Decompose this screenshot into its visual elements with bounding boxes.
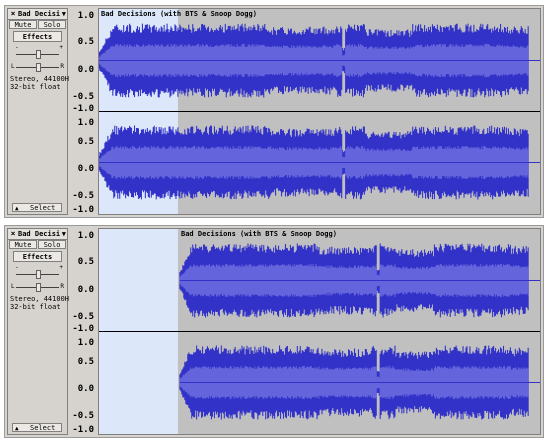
waveform-canvas[interactable] (99, 9, 540, 214)
pan-left-label: L (11, 283, 15, 290)
audio-track-bottom: × Bad Decisi ▼ Mute Solo Effects - + L R… (4, 225, 544, 438)
track-title-bar[interactable]: × Bad Decisi ▼ (8, 229, 67, 240)
ruler-tick: 0.0 (77, 164, 94, 174)
ruler-tick: -0.5 (72, 312, 94, 322)
mute-button[interactable]: Mute (9, 240, 37, 249)
ruler-tick: 0.5 (77, 137, 94, 147)
gain-plus-label: + (59, 264, 63, 271)
solo-button[interactable]: Solo (38, 20, 66, 29)
ruler-tick: 0.0 (77, 65, 94, 75)
ruler-tick: 0.0 (77, 384, 94, 394)
chevron-down-icon[interactable]: ▼ (62, 229, 66, 239)
close-icon[interactable]: × (9, 10, 17, 18)
solo-button[interactable]: Solo (38, 240, 66, 249)
ruler-tick: 1.0 (77, 231, 94, 241)
amplitude-ruler: 1.0 0.5 0.0 -0.5 -1.0 1.0 0.5 0.0 -0.5 -… (69, 8, 97, 215)
track-format-info: Stereo, 44100Hz 32-bit float (10, 75, 73, 91)
pan-slider-thumb[interactable] (35, 63, 41, 72)
ruler-tick: -1.0 (72, 425, 94, 435)
chevron-down-icon[interactable]: ▼ (62, 9, 66, 19)
ruler-tick: -0.5 (72, 92, 94, 102)
waveform-canvas[interactable] (99, 229, 540, 434)
pan-left-label: L (11, 63, 15, 70)
ruler-tick: -0.5 (72, 411, 94, 421)
amplitude-ruler: 1.0 0.5 0.0 -0.5 -1.0 1.0 0.5 0.0 -0.5 -… (69, 228, 97, 435)
format-depth: 32-bit float (10, 303, 61, 311)
ruler-tick: -0.5 (72, 191, 94, 201)
gain-minus-label: - (15, 44, 19, 51)
clip-title[interactable]: Bad Decisions (with BTS & Snoop Dogg) (101, 10, 257, 19)
track-title-bar[interactable]: × Bad Decisi ▼ (8, 9, 67, 20)
ruler-tick: 0.5 (77, 37, 94, 47)
close-icon[interactable]: × (9, 230, 17, 238)
ruler-tick: 0.5 (77, 357, 94, 367)
audio-track-top: × Bad Decisi ▼ Mute Solo Effects - + L R… (4, 5, 544, 218)
gain-plus-label: + (59, 44, 63, 51)
ruler-tick: 1.0 (77, 11, 94, 21)
pan-right-label: R (60, 283, 64, 290)
ruler-tick: 0.0 (77, 285, 94, 295)
ruler-tick: -1.0 (72, 205, 94, 215)
gain-slider[interactable] (16, 50, 59, 59)
select-button[interactable]: ▲ Select (12, 203, 62, 212)
clip-title[interactable]: Bad Decisions (with BTS & Snoop Dogg) (181, 230, 337, 239)
ruler-tick: 0.5 (77, 257, 94, 267)
format-rate: Stereo, 44100Hz (10, 295, 74, 303)
collapse-arrow-icon[interactable]: ▲ (15, 424, 19, 433)
pan-slider[interactable] (16, 63, 59, 72)
pan-right-label: R (60, 63, 64, 70)
track-format-info: Stereo, 44100Hz 32-bit float (10, 295, 73, 311)
track-control-panel: × Bad Decisi ▼ Mute Solo Effects - + L R… (7, 8, 73, 215)
gain-slider-thumb[interactable] (35, 270, 41, 279)
format-rate: Stereo, 44100Hz (10, 75, 74, 83)
select-label: Select (30, 424, 56, 432)
pan-slider[interactable] (16, 283, 59, 292)
format-depth: 32-bit float (10, 83, 61, 91)
collapse-arrow-icon[interactable]: ▲ (15, 204, 19, 213)
pan-slider-thumb[interactable] (35, 283, 41, 292)
track-control-panel: × Bad Decisi ▼ Mute Solo Effects - + L R… (7, 228, 73, 435)
select-button[interactable]: ▲ Select (12, 423, 62, 432)
waveform-area[interactable]: Bad Decisions (with BTS & Snoop Dogg) (98, 8, 541, 215)
ruler-tick: 1.0 (77, 338, 94, 348)
track-name[interactable]: Bad Decisi (18, 9, 60, 19)
gain-minus-label: - (15, 264, 19, 271)
track-name[interactable]: Bad Decisi (18, 229, 60, 239)
mute-button[interactable]: Mute (9, 20, 37, 29)
ruler-tick: -1.0 (72, 324, 94, 334)
ruler-tick: -1.0 (72, 104, 94, 114)
gain-slider[interactable] (16, 270, 59, 279)
waveform-area[interactable]: Bad Decisions (with BTS & Snoop Dogg) (98, 228, 541, 435)
select-label: Select (30, 204, 56, 212)
effects-button[interactable]: Effects (13, 251, 62, 262)
gain-slider-thumb[interactable] (35, 50, 41, 59)
effects-button[interactable]: Effects (13, 31, 62, 42)
ruler-tick: 1.0 (77, 118, 94, 128)
